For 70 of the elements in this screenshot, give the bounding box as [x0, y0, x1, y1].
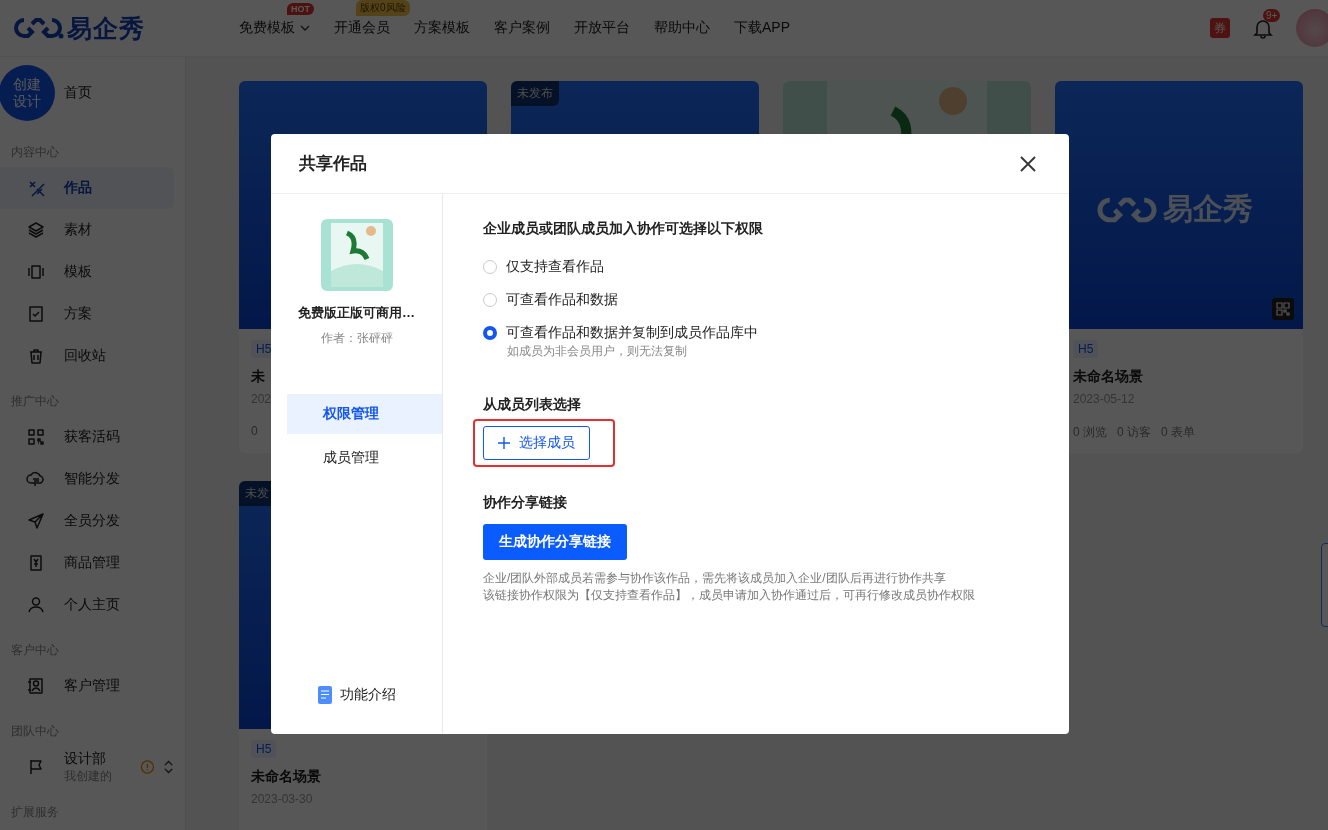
option-label: 可查看作品和数据并复制到成员作品库中	[506, 323, 758, 342]
caret-icon	[300, 23, 310, 33]
sidebar-item[interactable]: 智能分发	[0, 458, 174, 500]
work-title: 未	[251, 368, 266, 386]
nav-link[interactable]: 客户案例	[494, 19, 550, 37]
nav-link[interactable]: 免费模板	[239, 19, 310, 37]
logo-icon	[12, 16, 64, 40]
logo[interactable]: 易企秀	[12, 11, 239, 45]
section-heading: 企业成员或团队成员加入协作可选择以下权限	[483, 220, 764, 238]
note-text: 该链接协作权限为【仅支持查看作品】，成员申请加入协作通过后，可再行修改成员协作权限	[483, 587, 976, 604]
nav-link[interactable]: 开放平台	[574, 19, 630, 37]
qr-code-icon[interactable]	[1272, 298, 1294, 320]
dialog-tab[interactable]: 成员管理	[287, 438, 442, 478]
sidebar-item[interactable]: 模板	[0, 251, 174, 293]
option-label: 仅支持查看作品	[506, 257, 604, 276]
send-icon	[26, 511, 46, 531]
nav-link[interactable]: 方案模板	[414, 19, 470, 37]
nav-link[interactable]: 帮助中心	[654, 19, 710, 37]
section-heading: 协作分享链接	[483, 494, 568, 512]
work-title: 未命名场景	[251, 768, 322, 786]
sidebar-item[interactable]: 回收站	[0, 335, 174, 377]
type-tag: H5	[251, 740, 277, 758]
cloud-icon	[26, 469, 46, 489]
expand-icon[interactable]	[162, 759, 174, 775]
contacts-icon	[26, 676, 46, 696]
dialog-tab[interactable]: 权限管理	[287, 394, 442, 434]
option-label: 可查看作品和数据	[506, 290, 618, 309]
create-design-button[interactable]: 创建设计	[0, 64, 55, 121]
feature-intro-link[interactable]: 功能介绍	[317, 686, 396, 704]
permission-option[interactable]: 可查看作品和数据	[483, 283, 618, 316]
permission-option[interactable]: 仅支持查看作品	[483, 250, 604, 283]
select-members-button[interactable]: 选择成员	[483, 426, 590, 460]
sidebar-item[interactable]: 获客活码	[0, 416, 174, 458]
layers-icon	[26, 220, 46, 240]
user-icon	[26, 595, 46, 615]
sidebar-item[interactable]: 作品	[0, 167, 174, 209]
nav-link[interactable]: 下载APP	[734, 19, 790, 37]
plan-icon	[26, 304, 46, 324]
option-hint: 如成员为非会员用户，则无法复制	[507, 343, 688, 360]
home-link[interactable]: 首页	[64, 83, 92, 102]
plus-icon	[498, 437, 510, 449]
work-author: 作者：张砰砰	[320, 330, 393, 347]
nav-badge: HOT	[287, 3, 314, 15]
work-title: 未命名场景	[1073, 368, 1144, 386]
template-icon	[26, 262, 46, 282]
sidebar-item[interactable]: 方案	[0, 293, 174, 335]
coupon-button[interactable]: 券	[1210, 18, 1230, 38]
sidebar-item[interactable]: 个人主页	[0, 584, 174, 626]
logo-text: 易企秀	[67, 12, 145, 44]
avatar[interactable]	[1296, 9, 1328, 47]
type-tag: H5	[1073, 340, 1099, 358]
radio-button[interactable]	[483, 325, 497, 340]
qr-icon	[26, 427, 46, 447]
document-icon	[317, 686, 332, 704]
close-icon[interactable]	[1019, 154, 1037, 173]
sidebar-item[interactable]: 客户管理	[0, 665, 174, 707]
nav-link[interactable]: 开通会员	[334, 19, 390, 37]
dialog-title: 共享作品	[299, 153, 367, 175]
sidebar-item[interactable]: 商品管理	[0, 542, 174, 584]
note-text: 企业/团队外部成员若需参与协作该作品，需先将该成员加入企业/团队后再进行协作共享	[483, 570, 947, 587]
team-name: 设计部	[64, 749, 107, 767]
sidebar-item[interactable]: 全员分发	[0, 500, 174, 542]
generate-link-button[interactable]: 生成协作分享链接	[483, 524, 627, 560]
bell-icon[interactable]	[1252, 17, 1274, 39]
section-heading: 从成员列表选择	[483, 396, 582, 414]
work-title: 免费版正版可商用…	[298, 304, 415, 322]
logo-text: 易企秀	[1163, 191, 1253, 227]
sidebar-item[interactable]: 素材	[0, 209, 174, 251]
notification-badge: 9+	[1263, 9, 1281, 22]
works-icon	[26, 178, 46, 198]
